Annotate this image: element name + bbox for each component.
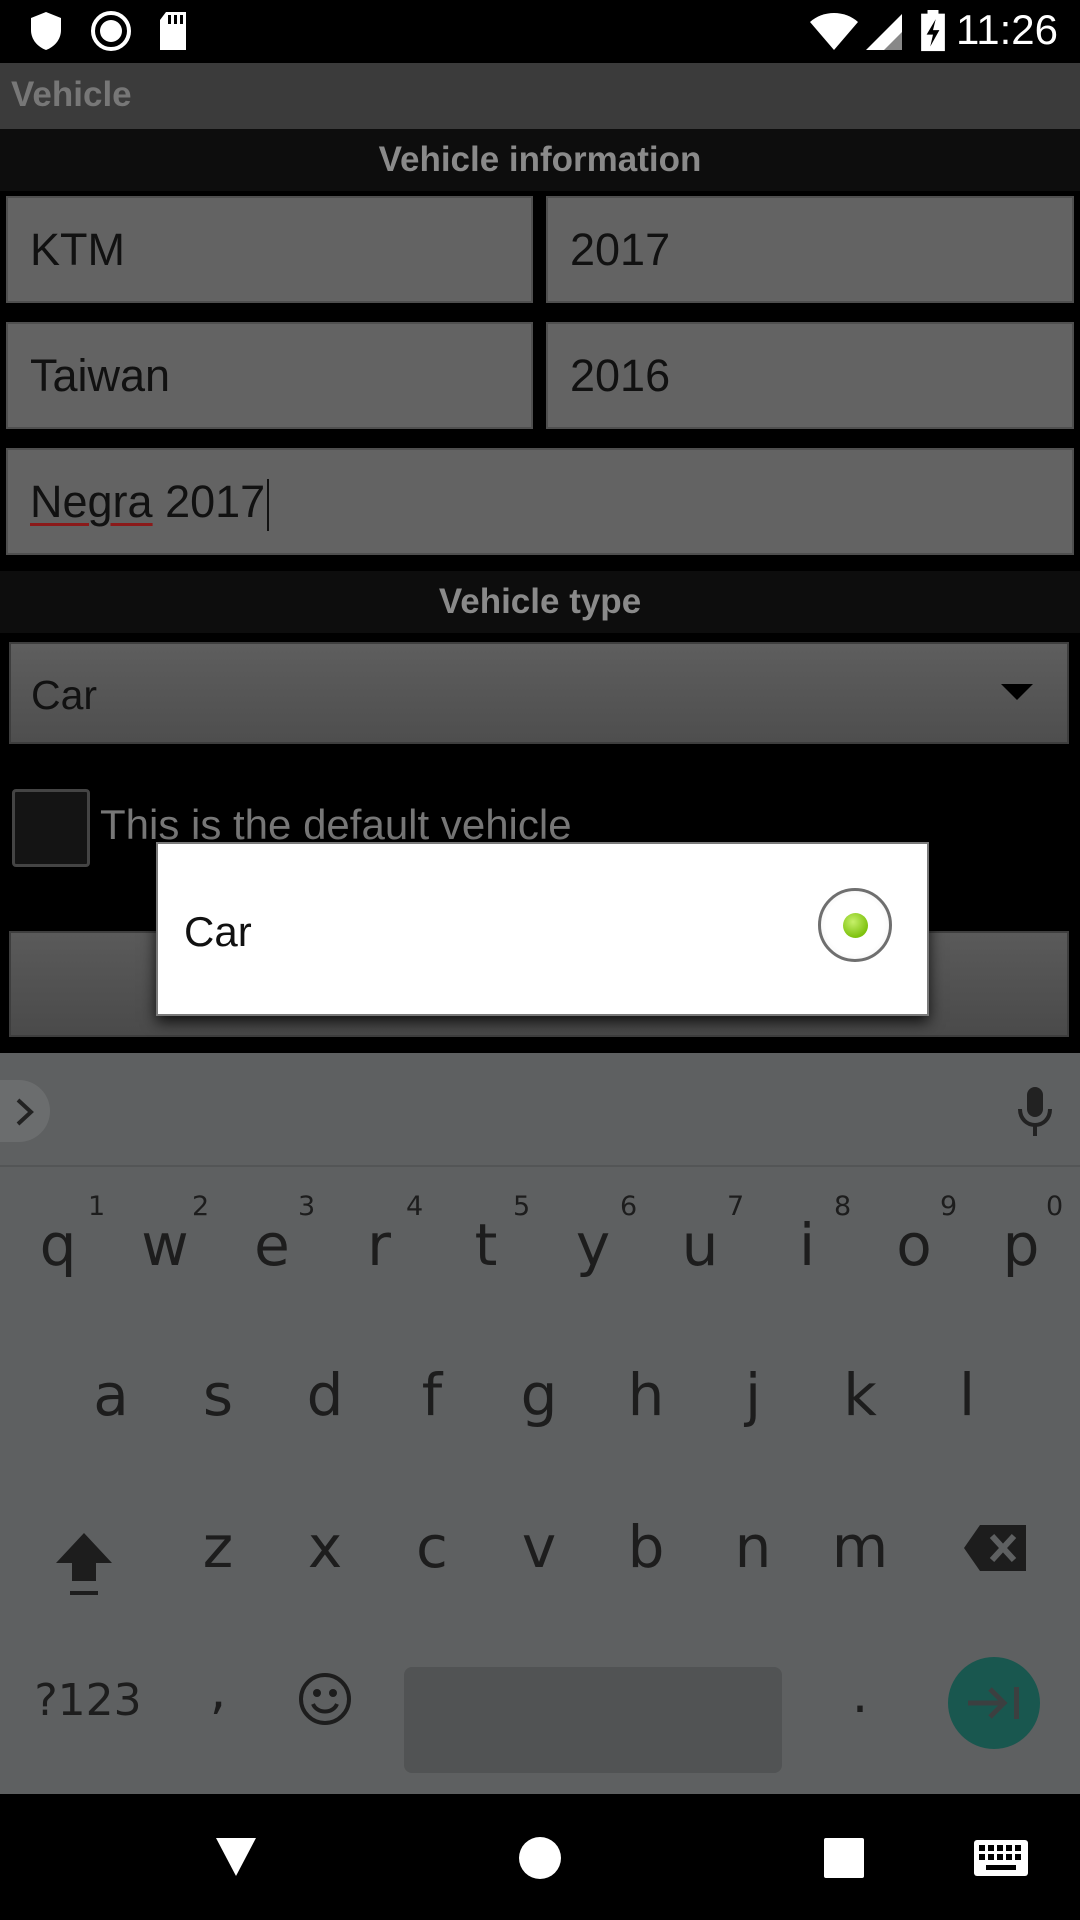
key-z[interactable]: z <box>180 1513 256 1581</box>
key-m[interactable]: m <box>822 1513 898 1581</box>
brand-value: KTM <box>30 224 125 275</box>
emoji-icon[interactable] <box>297 1671 353 1727</box>
default-vehicle-checkbox[interactable] <box>12 789 90 867</box>
key-l[interactable]: l <box>929 1361 1005 1429</box>
key-o[interactable]: o <box>876 1211 952 1279</box>
key-c[interactable]: c <box>394 1513 470 1581</box>
backspace-icon[interactable] <box>962 1523 1028 1573</box>
purchase-year-field[interactable]: 2016 <box>546 322 1074 429</box>
key-a[interactable]: a <box>73 1361 149 1429</box>
suggestion-expand-button[interactable] <box>0 1080 50 1142</box>
year-field[interactable]: 2017 <box>546 196 1074 303</box>
back-icon[interactable] <box>214 1836 258 1878</box>
key-period[interactable]: . <box>840 1665 880 1725</box>
mic-icon[interactable] <box>1018 1087 1052 1137</box>
keyboard-switch-icon[interactable] <box>974 1840 1028 1876</box>
key-e[interactable]: e <box>234 1211 310 1279</box>
status-bar: 11:26 <box>0 0 1080 63</box>
key-t[interactable]: t <box>448 1211 524 1279</box>
vehicle-type-header: Vehicle type <box>0 571 1080 633</box>
dialog-option-car[interactable]: Car <box>158 844 927 1014</box>
origin-value: Taiwan <box>30 350 171 401</box>
vehicle-name-value: Negra 2017 <box>30 476 270 532</box>
key-g[interactable]: g <box>501 1361 577 1429</box>
sd-card-icon <box>160 12 186 50</box>
key-k[interactable]: k <box>822 1361 898 1429</box>
next-arrow-icon <box>968 1687 1019 1719</box>
vehicle-information-header: Vehicle information <box>0 129 1080 191</box>
purchase-year-value: 2016 <box>570 350 671 401</box>
vehicle-name-rest: 2017 <box>152 476 266 527</box>
key-v[interactable]: v <box>501 1513 577 1581</box>
chevron-right-icon <box>16 1098 34 1126</box>
key-j[interactable]: j <box>715 1361 791 1429</box>
action-bar: Vehicle <box>0 63 1080 129</box>
page-title: Vehicle <box>11 75 132 114</box>
shield-icon <box>31 12 61 50</box>
vehicle-type-selected: Car <box>31 672 98 718</box>
shift-icon[interactable] <box>52 1529 116 1599</box>
vehicle-type-spinner[interactable]: Car <box>9 642 1069 744</box>
key-w[interactable]: w <box>127 1211 203 1279</box>
key-i[interactable]: i <box>769 1211 845 1279</box>
key-comma[interactable]: , <box>198 1661 238 1721</box>
enter-key[interactable] <box>948 1657 1040 1749</box>
wifi-icon <box>810 13 858 50</box>
key-p[interactable]: p <box>983 1211 1059 1279</box>
key-d[interactable]: d <box>287 1361 363 1429</box>
key-n[interactable]: n <box>715 1513 791 1581</box>
suggestion-strip <box>0 1053 1080 1167</box>
cell-signal-icon <box>866 14 902 50</box>
battery-charging-icon <box>921 10 945 52</box>
vehicle-name-field[interactable]: Negra 2017 <box>6 448 1074 555</box>
symbols-key[interactable]: ?123 <box>28 1675 148 1726</box>
radio-button[interactable] <box>818 888 892 962</box>
key-r[interactable]: r <box>341 1211 417 1279</box>
origin-field[interactable]: Taiwan <box>6 322 533 429</box>
space-key[interactable] <box>404 1667 782 1773</box>
vehicle-type-dialog: Car <box>156 842 929 1016</box>
misspelled-word: Negra <box>30 476 153 527</box>
brand-field[interactable]: KTM <box>6 196 533 303</box>
radio-selected-dot <box>843 913 868 938</box>
key-y[interactable]: y <box>555 1211 631 1279</box>
text-caret <box>267 479 270 532</box>
dialog-option-label: Car <box>184 908 252 955</box>
record-icon <box>91 11 131 51</box>
navigation-bar <box>0 1794 1080 1920</box>
key-h[interactable]: h <box>608 1361 684 1429</box>
year-value: 2017 <box>570 224 671 275</box>
status-time: 11:26 <box>956 6 1058 53</box>
home-icon[interactable] <box>518 1836 562 1880</box>
key-s[interactable]: s <box>180 1361 256 1429</box>
key-x[interactable]: x <box>287 1513 363 1581</box>
key-b[interactable]: b <box>608 1513 684 1581</box>
recents-icon[interactable] <box>824 1838 864 1878</box>
dropdown-arrow-icon <box>1001 684 1033 700</box>
key-q[interactable]: q <box>20 1211 96 1279</box>
key-f[interactable]: f <box>394 1361 470 1429</box>
key-u[interactable]: u <box>662 1211 738 1279</box>
soft-keyboard: 1 2 3 4 5 6 7 8 9 0 q w e r t y u i o p … <box>0 1053 1080 1794</box>
